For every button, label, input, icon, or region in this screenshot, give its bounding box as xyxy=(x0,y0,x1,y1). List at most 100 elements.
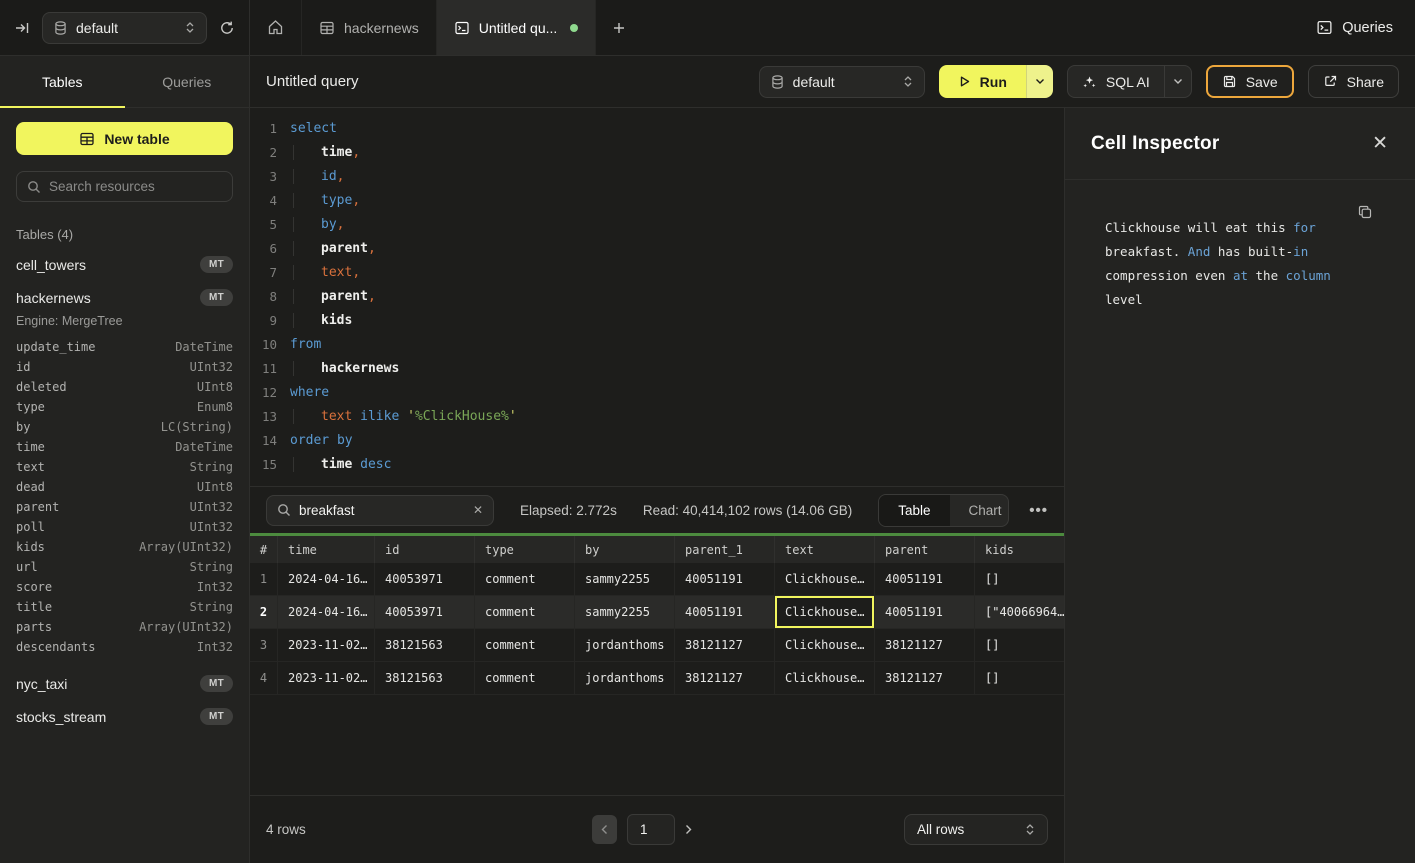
sql-ai-caret[interactable] xyxy=(1164,66,1191,97)
tab-untitled-query[interactable]: Untitled qu... xyxy=(437,0,597,55)
table-cell[interactable]: 40053971 xyxy=(375,563,475,595)
column-header-type[interactable]: type xyxy=(475,536,575,563)
table-cell[interactable]: 40051191 xyxy=(675,596,775,628)
column-header-id[interactable]: id xyxy=(375,536,475,563)
table-cell[interactable]: 40051191 xyxy=(875,563,975,595)
code-line[interactable]: 7text, xyxy=(250,260,1064,284)
code-line[interactable]: 9kids xyxy=(250,308,1064,332)
run-options-caret[interactable] xyxy=(1026,65,1053,98)
code-line[interactable]: 4type, xyxy=(250,188,1064,212)
table-cell[interactable]: comment xyxy=(475,563,575,595)
sql-ai-main[interactable]: SQL AI xyxy=(1068,66,1164,97)
sidebar-tab-tables[interactable]: Tables xyxy=(0,56,125,107)
code-line[interactable]: 14order by xyxy=(250,428,1064,452)
sidebar-table-stocks_stream[interactable]: stocks_streamMT xyxy=(0,700,249,733)
column-header-text[interactable]: text xyxy=(775,536,875,563)
table-cell[interactable]: [] xyxy=(975,629,1064,661)
results-more-button[interactable]: ••• xyxy=(1029,502,1048,519)
code-line[interactable]: 13text ilike '%ClickHouse%' xyxy=(250,404,1064,428)
queries-button[interactable]: Queries xyxy=(1316,19,1393,36)
clear-search-button[interactable]: ✕ xyxy=(473,503,483,517)
page-number-input[interactable] xyxy=(627,814,675,845)
tab-home[interactable] xyxy=(250,0,302,55)
table-cell[interactable]: sammy2255 xyxy=(575,563,675,595)
view-toggle-table[interactable]: Table xyxy=(879,495,949,526)
table-cell[interactable]: 40053971 xyxy=(375,596,475,628)
next-page-button[interactable] xyxy=(685,824,692,835)
sidebar-table-cell_towers[interactable]: cell_towersMT xyxy=(0,248,249,281)
column-name: by xyxy=(16,420,30,434)
previous-page-button[interactable] xyxy=(592,815,617,844)
save-button[interactable]: Save xyxy=(1206,65,1294,98)
table-cell[interactable]: [] xyxy=(975,662,1064,694)
sql-ai-button[interactable]: SQL AI xyxy=(1067,65,1192,98)
table-cell[interactable]: jordanthoms xyxy=(575,629,675,661)
table-cell[interactable]: comment xyxy=(475,596,575,628)
code-line[interactable]: 8parent, xyxy=(250,284,1064,308)
results-search[interactable]: ✕ xyxy=(266,495,494,526)
database-selector[interactable]: default xyxy=(42,12,207,44)
code-line[interactable]: 1select xyxy=(250,116,1064,140)
code-line[interactable]: 11hackernews xyxy=(250,356,1064,380)
table-cell[interactable]: 2023-11-02… xyxy=(278,629,375,661)
code-line[interactable]: 6parent, xyxy=(250,236,1064,260)
column-header-#[interactable]: # xyxy=(250,536,278,563)
refresh-button[interactable] xyxy=(219,20,235,36)
table-cell[interactable]: Clickhouse… xyxy=(775,563,875,595)
column-header-parent[interactable]: parent xyxy=(875,536,975,563)
view-toggle-chart[interactable]: Chart xyxy=(950,495,1010,526)
selected-table-cell[interactable]: Clickhouse… xyxy=(775,596,875,628)
query-database-selector[interactable]: default xyxy=(759,66,925,98)
table-cell[interactable]: sammy2255 xyxy=(575,596,675,628)
copy-cell-button[interactable] xyxy=(1357,204,1373,220)
sidebar-search-input[interactable] xyxy=(49,179,222,194)
column-header-parent_1[interactable]: parent_1 xyxy=(675,536,775,563)
close-inspector-button[interactable]: ✕ xyxy=(1372,134,1388,153)
table-cell[interactable]: 40051191 xyxy=(875,596,975,628)
table-cell[interactable]: 38121563 xyxy=(375,662,475,694)
column-name: id xyxy=(16,360,30,374)
table-cell[interactable]: 38121127 xyxy=(675,662,775,694)
code-line[interactable]: 5by, xyxy=(250,212,1064,236)
table-cell[interactable]: ["40066964… xyxy=(975,596,1064,628)
code-line[interactable]: 3id, xyxy=(250,164,1064,188)
sidebar-table-nyc_taxi[interactable]: nyc_taxiMT xyxy=(0,667,249,700)
collapse-sidebar-button[interactable] xyxy=(14,20,30,36)
table-cell[interactable]: Clickhouse… xyxy=(775,629,875,661)
run-button-main[interactable]: Run xyxy=(939,65,1026,98)
sidebar-tab-queries[interactable]: Queries xyxy=(125,56,250,107)
new-tab-button[interactable] xyxy=(596,0,642,55)
table-cell[interactable]: jordanthoms xyxy=(575,662,675,694)
code-line[interactable]: 10from xyxy=(250,332,1064,356)
code-line[interactable]: 15time desc xyxy=(250,452,1064,476)
table-cell[interactable]: 40051191 xyxy=(675,563,775,595)
table-cell[interactable]: Clickhouse… xyxy=(775,662,875,694)
new-table-button[interactable]: New table xyxy=(16,122,233,155)
column-header-time[interactable]: time xyxy=(278,536,375,563)
table-cell[interactable]: [] xyxy=(975,563,1064,595)
table-cell[interactable]: 38121563 xyxy=(375,629,475,661)
line-number: 15 xyxy=(250,457,290,472)
table-cell[interactable]: 2024-04-16… xyxy=(278,563,375,595)
column-header-by[interactable]: by xyxy=(575,536,675,563)
page-size-selector[interactable]: All rows xyxy=(904,814,1048,845)
view-toggle: Table Chart xyxy=(878,494,1009,527)
code-line[interactable]: 12where xyxy=(250,380,1064,404)
table-cell[interactable]: comment xyxy=(475,629,575,661)
run-button[interactable]: Run xyxy=(939,65,1053,98)
column-header-kids[interactable]: kids xyxy=(975,536,1064,563)
table-cell[interactable]: 2023-11-02… xyxy=(278,662,375,694)
table-cell[interactable]: 38121127 xyxy=(875,629,975,661)
tab-hackernews[interactable]: hackernews xyxy=(302,0,437,55)
table-cell[interactable]: 38121127 xyxy=(675,629,775,661)
table-cell[interactable]: comment xyxy=(475,662,575,694)
code-line[interactable]: 2time, xyxy=(250,140,1064,164)
results-search-input[interactable] xyxy=(299,503,465,518)
sidebar-table-hackernews[interactable]: hackernewsMT xyxy=(0,281,249,314)
sidebar-search[interactable] xyxy=(16,171,233,202)
share-button[interactable]: Share xyxy=(1308,65,1399,98)
code-text: from xyxy=(290,337,321,352)
table-cell[interactable]: 2024-04-16… xyxy=(278,596,375,628)
table-cell[interactable]: 38121127 xyxy=(875,662,975,694)
sql-editor[interactable]: 1select2time,3id,4type,5by,6parent,7text… xyxy=(250,108,1064,487)
